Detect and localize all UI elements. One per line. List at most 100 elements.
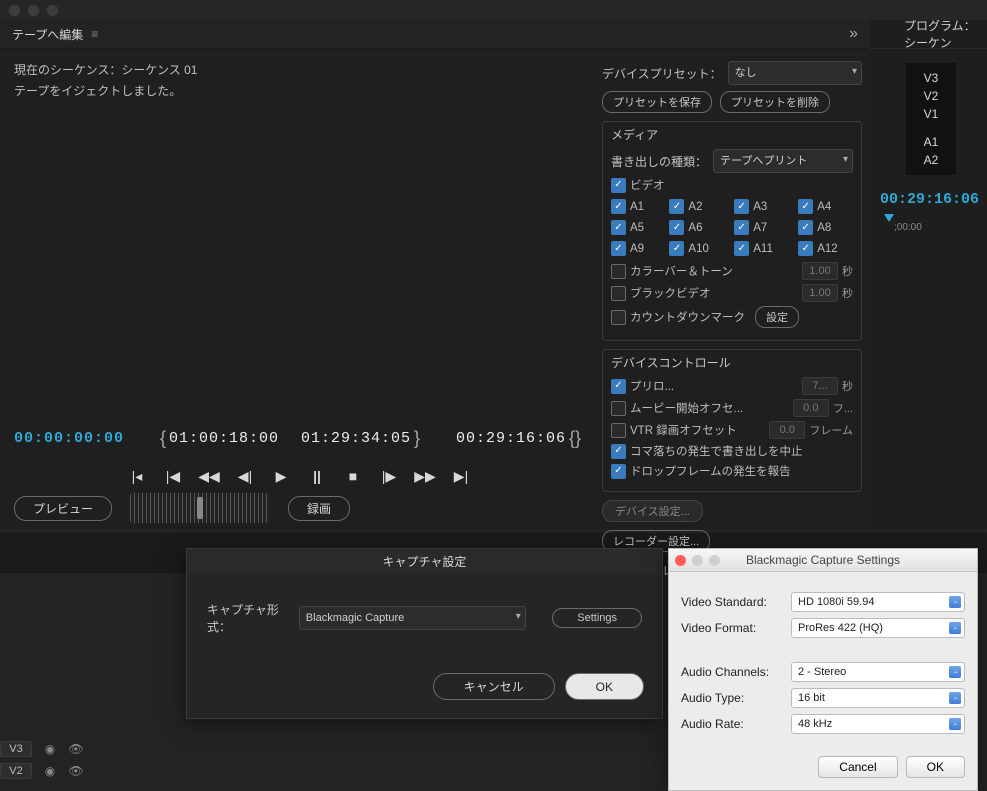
program-track-v2[interactable]: V2 (906, 87, 956, 105)
audio-a6-label: A6 (688, 222, 702, 234)
program-track-v3[interactable]: V3 (906, 69, 956, 87)
record-button[interactable]: 録画 (288, 496, 350, 521)
audio-a3-checkbox[interactable] (734, 199, 749, 214)
audio-a2-checkbox[interactable] (669, 199, 684, 214)
playhead-icon[interactable] (884, 214, 894, 222)
current-timecode[interactable]: 00:00:00:00 (14, 430, 124, 447)
bars-tone-value[interactable]: 1.00 (802, 262, 838, 280)
movie-offset-checkbox[interactable] (611, 401, 626, 416)
bm-row-select-1[interactable]: ProRes 422 (HQ) (791, 618, 965, 638)
eject-message: テープをイジェクトしました。 (14, 82, 584, 99)
audio-a7-checkbox[interactable] (734, 220, 749, 235)
zoom-dot[interactable] (46, 4, 59, 17)
expand-panels-icon[interactable]: » (849, 25, 858, 43)
visibility-icon-v3[interactable]: 👁 (68, 742, 84, 756)
program-track-a2[interactable]: A2 (906, 151, 956, 169)
duration-timecode[interactable]: 00:29:16:06 (456, 430, 566, 447)
delete-preset-button[interactable]: プリセットを削除 (720, 91, 830, 113)
program-track-a1[interactable]: A1 (906, 133, 956, 151)
panel-title: テープへ編集 (12, 26, 83, 43)
step-forward-icon[interactable]: |▶ (380, 468, 398, 485)
visibility-icon-v2[interactable]: 👁 (68, 764, 84, 778)
audio-a11-label: A11 (753, 243, 773, 255)
bm-row-select-0[interactable]: HD 1080i 59.94 (791, 592, 965, 612)
audio-a7-label: A7 (753, 222, 767, 234)
device-preset-select[interactable]: なし (728, 61, 862, 85)
program-ruler[interactable]: ;00:00 (880, 214, 977, 238)
timeline-track-v2[interactable]: V2 (0, 763, 32, 779)
audio-a8-checkbox[interactable] (798, 220, 813, 235)
audio-a12-checkbox[interactable] (798, 241, 813, 256)
black-video-checkbox[interactable] (611, 286, 626, 301)
go-to-start-icon[interactable]: |◀ (164, 468, 182, 485)
blackmagic-cancel-button[interactable]: Cancel (818, 756, 897, 778)
vtr-offset-value[interactable]: 0.0 (769, 421, 805, 439)
media-group: メディア 書き出しの種類： テープへプリント ビデオ A1A2A3A4A5A6A… (602, 121, 862, 341)
bm-row-select-3[interactable]: 16 bit (791, 688, 965, 708)
black-video-value[interactable]: 1.00 (802, 284, 838, 302)
report-dropframes-checkbox[interactable] (611, 464, 626, 479)
audio-a9-label: A9 (630, 243, 644, 255)
movie-offset-value[interactable]: 0.0 (793, 399, 829, 417)
capture-ok-button[interactable]: OK (565, 673, 644, 700)
go-to-end-icon[interactable]: ▶| (452, 468, 470, 485)
audio-a6-checkbox[interactable] (669, 220, 684, 235)
report-dropframes-label: ドロップフレームの発生を報告 (630, 463, 791, 479)
program-timecode[interactable]: 00:29:16:06 (870, 185, 987, 210)
preroll-value[interactable]: 7... (802, 377, 838, 395)
jog-shuttle[interactable] (130, 493, 270, 523)
blackmagic-ok-button[interactable]: OK (906, 756, 965, 778)
abort-dropframes-checkbox[interactable] (611, 444, 626, 459)
toggle-icon-v3[interactable]: ◉ (42, 742, 58, 756)
bm-row-select-4[interactable]: 48 kHz (791, 714, 965, 734)
bm-row-select-2[interactable]: 2 - Stereo (791, 662, 965, 682)
capture-dialog-title: キャプチャ設定 (187, 549, 662, 575)
capture-cancel-button[interactable]: キャンセル (433, 673, 555, 700)
program-panel-title: プログラム：シーケン (904, 17, 987, 51)
in-bracket-icon: { (160, 428, 166, 449)
audio-a5-checkbox[interactable] (611, 220, 626, 235)
assemble-type-label: 書き出しの種類： (611, 153, 707, 170)
audio-a2-label: A2 (688, 201, 702, 213)
edit-to-tape-panel: テープへ編集 ≡ » 現在のシーケンス：シーケンス 01 テープをイジェクトしま… (0, 20, 870, 529)
fast-forward-icon[interactable]: ▶▶ (416, 468, 434, 485)
audio-a10-checkbox[interactable] (669, 241, 684, 256)
out-timecode[interactable]: 01:29:34:05 (301, 430, 411, 447)
save-preset-button[interactable]: プリセットを保存 (602, 91, 712, 113)
pause-icon[interactable]: || (308, 468, 326, 485)
timecode-row: 00:00:00:00 { 01:00:18:00 01:29:34:05 } … (0, 428, 598, 449)
bm-row-label-3: Audio Type: (681, 691, 791, 705)
capture-settings-button[interactable]: Settings (552, 608, 642, 628)
stop-icon[interactable]: ■ (344, 468, 362, 485)
vtr-offset-checkbox[interactable] (611, 423, 626, 438)
video-checkbox[interactable] (611, 178, 626, 193)
assemble-type-select[interactable]: テープへプリント (713, 149, 853, 173)
play-icon[interactable]: ▶ (272, 468, 290, 485)
timeline-track-v3[interactable]: V3 (0, 741, 32, 757)
preview-button[interactable]: プレビュー (14, 496, 112, 521)
program-track-v1[interactable]: V1 (906, 105, 956, 123)
preroll-checkbox[interactable] (611, 379, 626, 394)
rewind-icon[interactable]: ◀◀ (200, 468, 218, 485)
audio-a11-checkbox[interactable] (734, 241, 749, 256)
countdown-settings-button[interactable]: 設定 (755, 306, 799, 328)
program-panel: プログラム：シーケン V3V2V1 A1A2 00:29:16:06 ;00:00 (870, 20, 987, 529)
toggle-icon-v2[interactable]: ◉ (42, 764, 58, 778)
black-video-label: ブラックビデオ (630, 285, 711, 301)
capture-format-select[interactable]: Blackmagic Capture (299, 606, 526, 630)
audio-a1-checkbox[interactable] (611, 199, 626, 214)
close-dot[interactable] (8, 4, 21, 17)
go-to-in-icon[interactable]: |◂ (128, 468, 146, 485)
countdown-checkbox[interactable] (611, 310, 626, 325)
step-back-icon[interactable]: ◀| (236, 468, 254, 485)
minimize-dot[interactable] (27, 4, 40, 17)
bm-row-label-1: Video Format: (681, 621, 791, 635)
blackmagic-dialog-title: Blackmagic Capture Settings (669, 553, 977, 567)
audio-a4-checkbox[interactable] (798, 199, 813, 214)
panel-menu-icon[interactable]: ≡ (91, 27, 98, 41)
bars-tone-checkbox[interactable] (611, 264, 626, 279)
window-traffic-lights (0, 0, 987, 20)
movie-offset-unit: フ... (833, 400, 853, 416)
in-timecode[interactable]: 01:00:18:00 (169, 430, 279, 447)
audio-a9-checkbox[interactable] (611, 241, 626, 256)
